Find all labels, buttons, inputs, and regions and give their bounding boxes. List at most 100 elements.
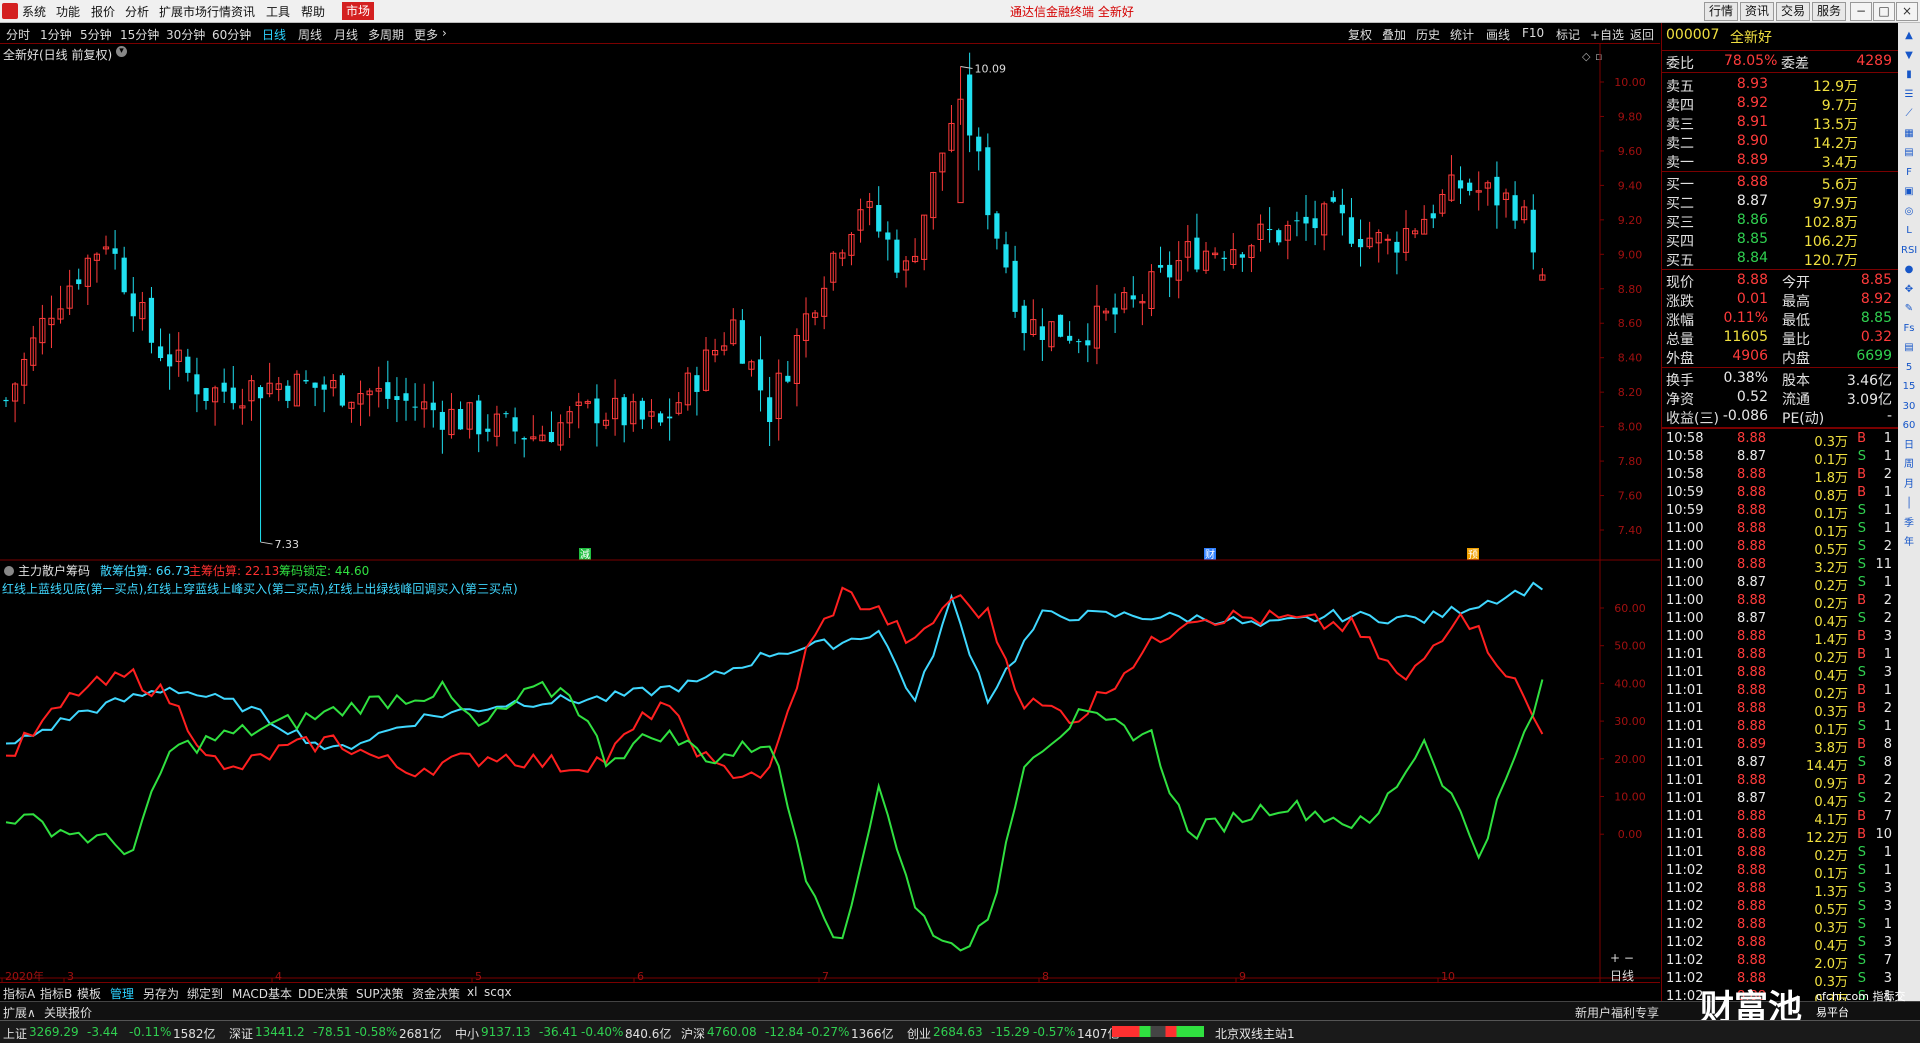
candle-body <box>894 239 900 273</box>
period-more[interactable]: 更多 <box>414 26 438 43</box>
period-60min[interactable]: 60分钟 <box>212 26 251 43</box>
bar-icon[interactable]: ▮ <box>1901 68 1917 82</box>
l-icon[interactable]: L <box>1901 224 1917 238</box>
m30-icon[interactable]: 30 <box>1901 400 1917 414</box>
tick-row: 11:02 8.88 0.3万 S 1 <box>1664 917 1894 936</box>
tab-indicator-a[interactable]: 指标A <box>3 985 35 1002</box>
index-value: 3269.29 <box>29 1025 79 1039</box>
quote-row: 买一 8.88 5.6万 <box>1664 174 1894 193</box>
menu-item-info[interactable]: 资讯 <box>231 3 255 20</box>
ask-label: 卖四 <box>1666 98 1694 114</box>
box-icon[interactable]: ▣ <box>1901 185 1917 199</box>
maximize-icon[interactable]: □ <box>1873 2 1895 21</box>
scroll-icon[interactable]: │ <box>1901 497 1917 511</box>
chart-area[interactable]: 10.09 7.33 減 财 预 ◇ ▫ 10.00 9.80 9.60 9.40 9.20 9.00… <box>0 44 1660 982</box>
tab-macd[interactable]: MACD基本 <box>232 985 292 1002</box>
stat-value: 0.52 <box>1736 389 1768 405</box>
chevron-down-icon[interactable]: ▾ <box>116 46 127 57</box>
tool-statistics[interactable]: 统计 <box>1450 26 1474 43</box>
period-30min[interactable]: 30分钟 <box>166 26 205 43</box>
move-icon[interactable]: ✥ <box>1901 283 1917 297</box>
tab-save-as[interactable]: 另存为 <box>143 985 179 1002</box>
week-icon[interactable]: 周 <box>1901 458 1917 472</box>
period-5min[interactable]: 5分钟 <box>80 26 112 43</box>
m60-icon[interactable]: 60 <box>1901 419 1917 433</box>
list-icon[interactable]: ☰ <box>1901 88 1917 102</box>
tab-fund[interactable]: 资金决策 <box>412 985 460 1002</box>
expand-toggle[interactable]: 扩展∧ <box>3 1004 36 1021</box>
chevron-right-icon[interactable]: › <box>442 26 447 40</box>
tool-history[interactable]: 历史 <box>1416 26 1440 43</box>
month-icon[interactable]: 月 <box>1901 478 1917 492</box>
m5-icon[interactable]: 5 <box>1901 361 1917 375</box>
menu-item-tools[interactable]: 工具 <box>266 3 290 20</box>
tab-bind-to[interactable]: 绑定到 <box>187 985 223 1002</box>
chart-icon[interactable]: ▦ <box>1901 127 1917 141</box>
menu-item-analysis[interactable]: 分析 <box>125 3 149 20</box>
top-button-quote[interactable]: 行情 <box>1704 2 1739 21</box>
date-mode-label: 日线 <box>1610 969 1634 982</box>
indicator-menu-icon[interactable] <box>4 566 14 576</box>
dot-icon[interactable]: ● <box>1901 263 1917 277</box>
tool-mark[interactable]: 标记 <box>1556 26 1580 43</box>
table-icon[interactable]: ▤ <box>1901 341 1917 355</box>
tab-xl[interactable]: xl <box>467 985 477 999</box>
top-button-trade[interactable]: 交易 <box>1776 2 1811 21</box>
m15-icon[interactable]: 15 <box>1901 380 1917 394</box>
tick-count: 1 <box>1883 431 1892 446</box>
top-button-info[interactable]: 资讯 <box>1740 2 1775 21</box>
menu-item-help[interactable]: 帮助 <box>301 3 325 20</box>
candle-body <box>1267 229 1273 231</box>
candle-body <box>985 147 991 216</box>
main-chart-label: 全新好(日线 前复权) <box>3 48 113 62</box>
down-icon[interactable]: ▼ <box>1901 49 1917 63</box>
menu-item-function[interactable]: 功能 <box>56 3 80 20</box>
tool-back[interactable]: 返回 <box>1630 26 1654 43</box>
line-icon[interactable]: ⟋ <box>1901 107 1917 121</box>
tool-add-watchlist[interactable]: +自选 <box>1590 26 1624 43</box>
quarter-icon[interactable]: 季 <box>1901 517 1917 531</box>
period-multi[interactable]: 多周期 <box>368 26 404 43</box>
tool-drawline[interactable]: 画线 <box>1486 26 1510 43</box>
tick-volume: 0.2万 <box>1814 687 1848 702</box>
tab-sup[interactable]: SUP决策 <box>356 985 404 1002</box>
tool-f10[interactable]: F10 <box>1522 26 1544 40</box>
promo-link[interactable]: 新用户福利专享 <box>1575 1004 1659 1021</box>
tab-scqx[interactable]: scqx <box>484 985 512 999</box>
close-icon[interactable]: × <box>1896 2 1918 21</box>
tick-time: 10:59 <box>1666 503 1704 518</box>
period-daily[interactable]: 日线 <box>262 26 286 43</box>
tick-count: 1 <box>1883 683 1892 698</box>
period-monthly[interactable]: 月线 <box>334 26 358 43</box>
period-1min[interactable]: 1分钟 <box>40 26 72 43</box>
tick-volume: 0.1万 <box>1814 453 1848 468</box>
pen-icon[interactable]: ✎ <box>1901 302 1917 316</box>
tick-price: 8.88 <box>1737 539 1766 554</box>
server-status[interactable]: 北京双线主站1 <box>1215 1025 1295 1042</box>
tool-restore-right[interactable]: 复权 <box>1348 26 1372 43</box>
related-quote[interactable]: 关联报价 <box>44 1004 92 1021</box>
index-change: -3.44 <box>87 1025 119 1039</box>
up-icon[interactable]: ▲ <box>1901 29 1917 43</box>
day-icon[interactable]: 日 <box>1901 439 1917 453</box>
tab-indicator-b[interactable]: 指标B <box>40 985 72 1002</box>
menu-item-system[interactable]: 系统 <box>22 3 46 20</box>
tab-manage[interactable]: 管理 <box>110 985 134 1002</box>
top-button-service[interactable]: 服务 <box>1812 2 1847 21</box>
minimize-icon[interactable]: − <box>1850 2 1872 21</box>
rsi-icon[interactable]: RSI <box>1901 244 1917 258</box>
tab-template[interactable]: 模板 <box>77 985 101 1002</box>
tool-overlay[interactable]: 叠加 <box>1382 26 1406 43</box>
year-icon[interactable]: 年 <box>1901 536 1917 550</box>
grid-icon[interactable]: ▤ <box>1901 146 1917 160</box>
fs-icon[interactable]: Fs <box>1901 322 1917 336</box>
bell-icon[interactable]: ◎ <box>1901 205 1917 219</box>
tab-dde[interactable]: DDE决策 <box>298 985 348 1002</box>
menu-item-market[interactable]: 市场 <box>342 2 375 20</box>
period-15min[interactable]: 15分钟 <box>120 26 159 43</box>
period-weekly[interactable]: 周线 <box>298 26 322 43</box>
menu-item-quote[interactable]: 报价 <box>91 3 115 20</box>
menu-item-ext-market[interactable]: 扩展市场行情 <box>159 3 231 20</box>
f-icon[interactable]: F <box>1901 166 1917 180</box>
period-intraday[interactable]: 分时 <box>6 26 30 43</box>
